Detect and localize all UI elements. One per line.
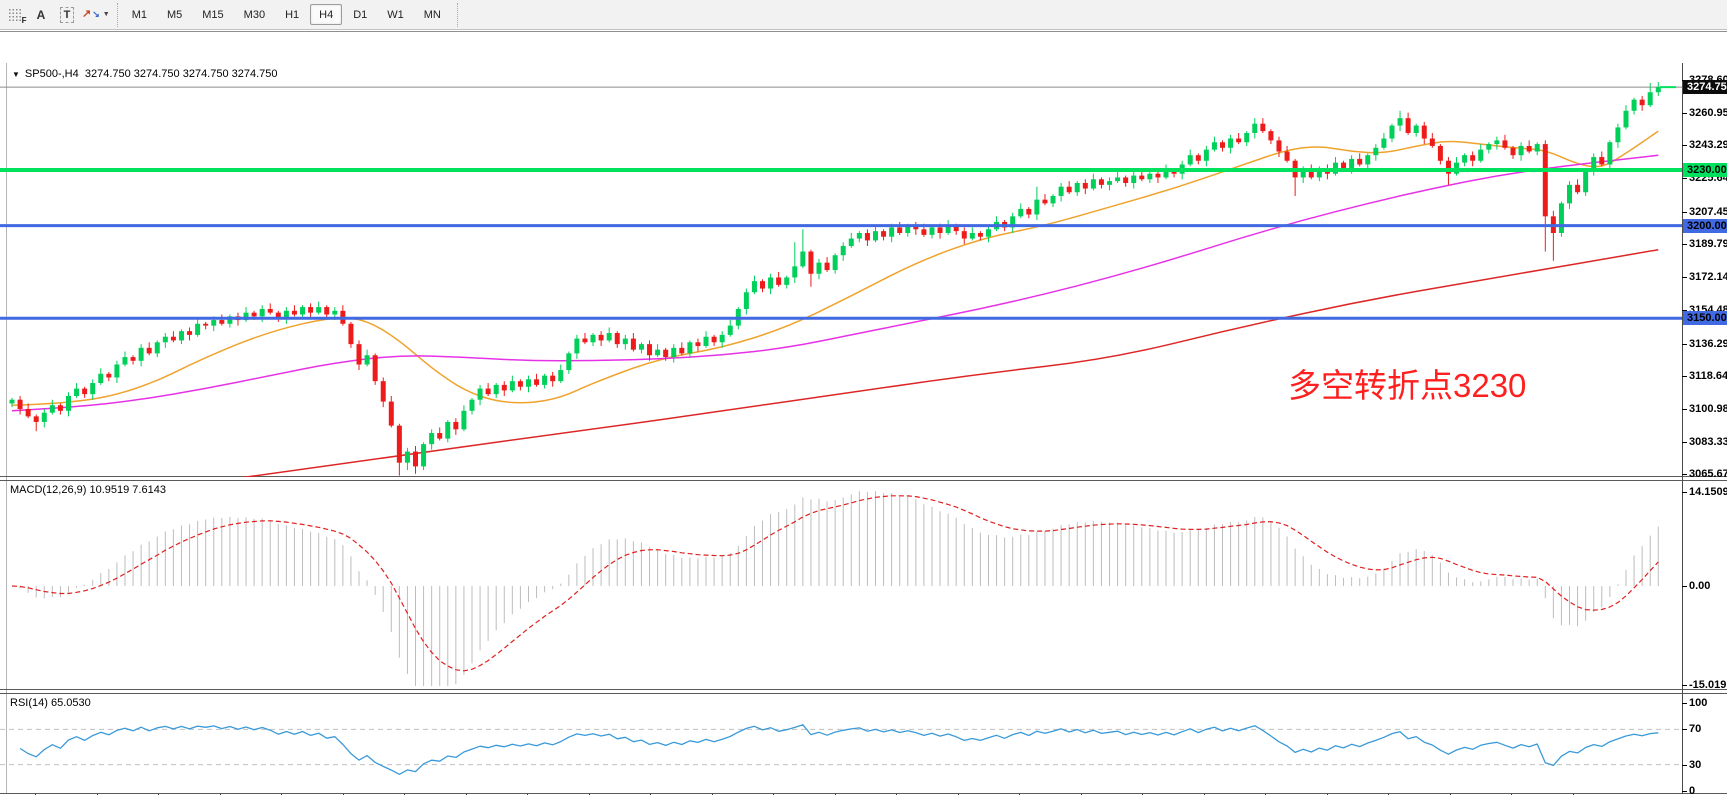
- toolbar: F A T ↗ ↘ ▼ M1M5M15M30H1H4D1W1MN: [0, 0, 1727, 30]
- price-axis-label: 3172.140: [1689, 271, 1727, 283]
- price-axis-tick: [1682, 212, 1687, 213]
- price-axis-label: 3207.450: [1689, 206, 1727, 218]
- timeframe-m30[interactable]: M30: [235, 4, 274, 25]
- price-badge: 3230.000: [1683, 163, 1727, 177]
- price-axis-tick: [1682, 376, 1687, 377]
- rsi-axis-label: 0: [1689, 785, 1695, 795]
- candlestick-chart: [0, 64, 1682, 477]
- macd-axis-label: 14.1509: [1689, 486, 1727, 498]
- text-label-button[interactable]: A: [29, 4, 53, 26]
- price-axis-tick: [1682, 442, 1687, 443]
- candles-layer: [10, 82, 1661, 476]
- price-axis-tick: [1682, 474, 1687, 475]
- chart-window: ▼ SP500-,H4 3274.750 3274.750 3274.750 32…: [0, 31, 1727, 795]
- grid-f-label: F: [22, 17, 27, 25]
- timeframe-w1[interactable]: W1: [378, 4, 413, 25]
- price-badge: 3274.750: [1683, 80, 1727, 94]
- timeframe-toolbar: M1M5M15M30H1H4D1W1MN: [123, 4, 452, 25]
- price-axis-label: 3136.295: [1689, 338, 1727, 350]
- rsi-axis-tick: [1682, 765, 1687, 766]
- macd-axis-tick: [1682, 685, 1687, 686]
- trading-terminal-window: F A T ↗ ↘ ▼ M1M5M15M30H1H4D1W1MN ▼ SP500-…: [0, 0, 1727, 795]
- macd-axis-tick: [1682, 492, 1687, 493]
- rsi-panel: RSI(14) 65.0530 100 70 30 0: [0, 693, 1727, 794]
- toolbar-separator: [457, 3, 458, 27]
- price-axis-tick: [1682, 244, 1687, 245]
- macd-axis-label: -15.019: [1689, 679, 1726, 691]
- price-axis-tick: [1682, 277, 1687, 278]
- price-axis-tick: [1682, 113, 1687, 114]
- chart-title: ▼ SP500-,H4 3274.750 3274.750 3274.750 32…: [12, 68, 278, 80]
- timeframe-d1[interactable]: D1: [344, 4, 376, 25]
- price-axis-tick: [1682, 344, 1687, 345]
- price-axis-tick: [1682, 145, 1687, 146]
- rsi-label: RSI(14) 65.0530: [10, 697, 91, 709]
- rsi-line: [20, 725, 1658, 775]
- annotation-text: 多空转折点3230: [1288, 369, 1526, 402]
- slow-ma-line: [230, 250, 1658, 477]
- letter-a-icon: A: [37, 8, 46, 22]
- timeframe-m15[interactable]: M15: [193, 4, 232, 25]
- rsi-axis-label: 100: [1689, 697, 1707, 709]
- rsi-axis-label: 70: [1689, 723, 1701, 735]
- macd-axis-label: 0.00: [1689, 580, 1710, 592]
- chart-title-text: SP500-,H4 3274.750 3274.750 3274.750 327…: [25, 68, 278, 80]
- chevron-down-icon: ▼: [103, 11, 110, 18]
- timeframe-m5[interactable]: M5: [158, 4, 191, 25]
- timeframe-h1[interactable]: H1: [276, 4, 308, 25]
- timeframe-mn[interactable]: MN: [415, 4, 450, 25]
- rsi-chart: [0, 694, 1682, 793]
- price-axis-label: 3260.950: [1689, 107, 1727, 119]
- draw-objects-button[interactable]: ↗ ↘ ▼: [81, 4, 111, 26]
- price-badge: 3150.000: [1683, 311, 1727, 325]
- rsi-axis-tick: [1682, 791, 1687, 792]
- arrows-icon: ↗ ↘: [82, 9, 100, 20]
- rsi-axis-tick: [1682, 729, 1687, 730]
- toolbar-separator: [117, 3, 118, 27]
- rsi-axis-label: 30: [1689, 759, 1701, 771]
- macd-label: MACD(12,26,9) 10.9519 7.6143: [10, 484, 166, 496]
- timeframe-m1[interactable]: M1: [123, 4, 156, 25]
- price-axis-label: 3118.640: [1689, 370, 1727, 382]
- macd-axis-tick: [1682, 586, 1687, 587]
- price-axis-label: 3100.985: [1689, 403, 1727, 415]
- macd-panel: MACD(12,26,9) 10.9519 7.6143 14.1509 0.00…: [0, 480, 1727, 690]
- macd-histogram: [12, 491, 1658, 686]
- symbol-dropdown-icon[interactable]: ▼: [12, 70, 20, 79]
- rsi-axis-tick: [1682, 703, 1687, 704]
- text-box-button[interactable]: T: [55, 4, 79, 26]
- price-badge: 3200.000: [1683, 219, 1727, 233]
- macd-chart: [0, 481, 1682, 689]
- price-panel: 3278.6053260.9503243.2953225.6403207.450…: [0, 64, 1727, 477]
- price-axis-label: 3189.795: [1689, 238, 1727, 250]
- price-axis-tick: [1682, 409, 1687, 410]
- price-axis-tick: [1682, 178, 1687, 179]
- price-axis-label: 3243.295: [1689, 139, 1727, 151]
- chart-grid-button[interactable]: F: [3, 4, 27, 26]
- grid-icon: F: [8, 8, 23, 21]
- timeframe-h4[interactable]: H4: [310, 4, 342, 25]
- price-axis-label: 3083.330: [1689, 436, 1727, 448]
- letter-t-icon: T: [60, 7, 75, 23]
- price-axis-label: 3065.675: [1689, 468, 1727, 480]
